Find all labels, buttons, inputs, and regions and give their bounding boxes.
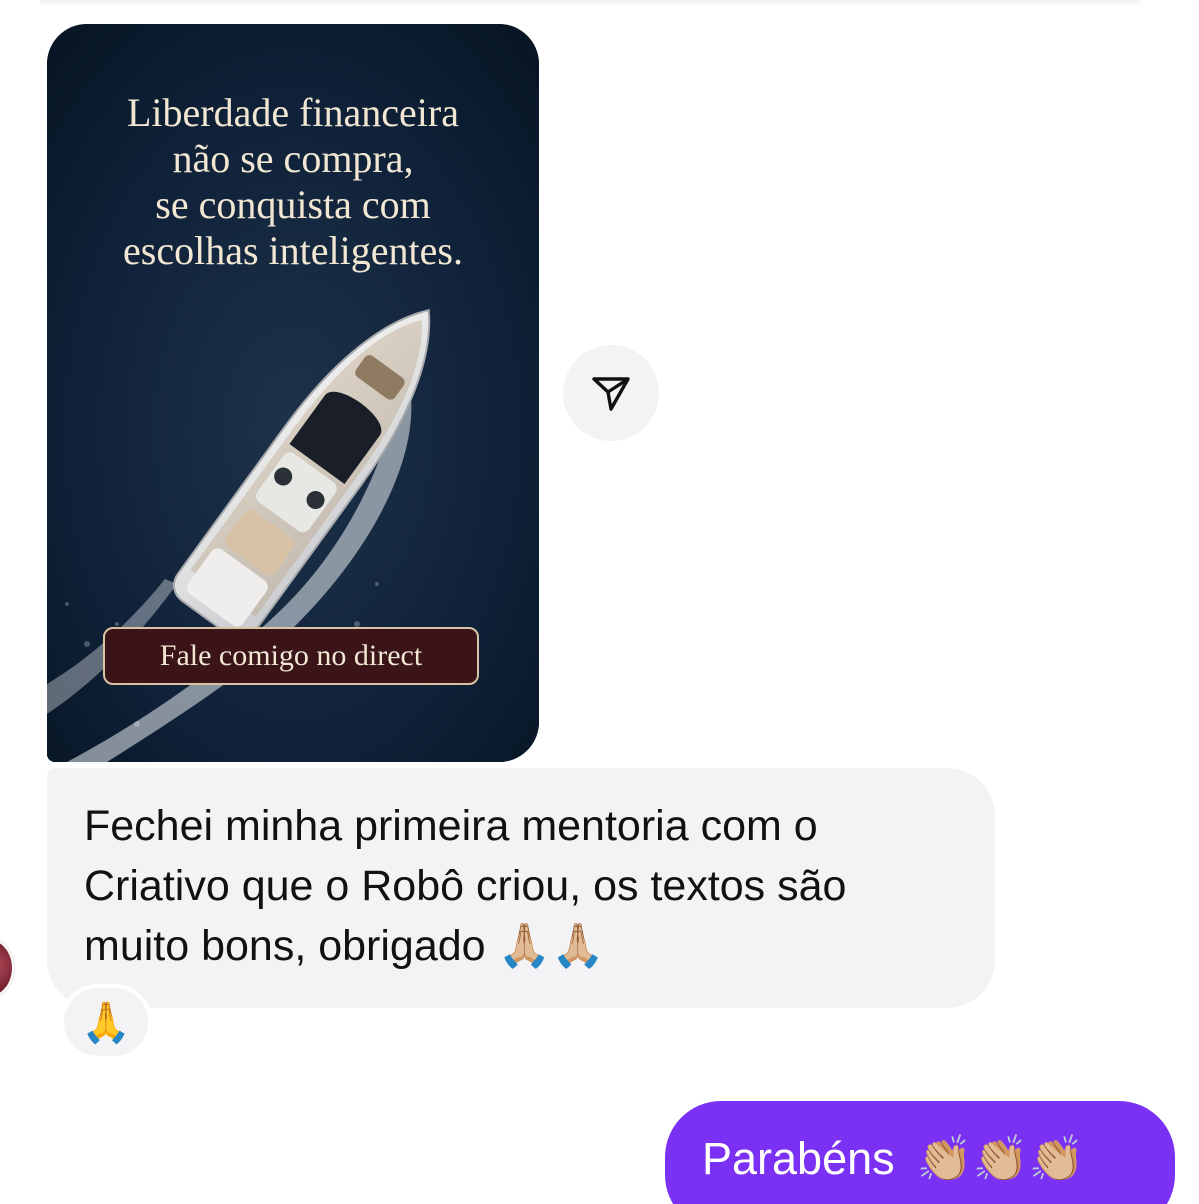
top-divider — [40, 0, 1140, 6]
post-headline: Liberdade financeira não se compra, se c… — [47, 90, 539, 274]
message-text-line: muito bons, obrigado 🙏🏼🙏🏼 — [84, 916, 955, 976]
message-text: Parabéns — [702, 1133, 895, 1184]
message-text-line: Criativo que o Robô criou, os textos são — [84, 862, 847, 910]
message-text: muito bons, obrigado — [84, 922, 486, 970]
reaction-emoji: 🙏 — [81, 999, 131, 1046]
share-button[interactable] — [563, 345, 659, 441]
paper-plane-icon — [592, 377, 630, 411]
dm-thread: Liberdade financeira não se compra, se c… — [0, 0, 1199, 1204]
message-reaction[interactable]: 🙏 — [60, 984, 152, 1060]
post-cta-label: Fale comigo no direct — [103, 627, 479, 685]
sender-avatar[interactable] — [0, 938, 14, 998]
praying-hands-emoji: 🙏🏼🙏🏼 — [497, 921, 605, 971]
outgoing-message-bubble[interactable]: Parabéns 👏🏼👏🏼👏🏼 — [665, 1101, 1175, 1204]
post-headline-line: se conquista com — [155, 182, 431, 227]
clapping-hands-emoji: 👏🏼👏🏼👏🏼 — [916, 1132, 1085, 1185]
post-headline-line: não se compra, — [172, 136, 414, 181]
shared-post-image[interactable]: Liberdade financeira não se compra, se c… — [47, 24, 539, 762]
message-text-line: Fechei minha primeira mentoria com o — [84, 802, 818, 850]
incoming-message-bubble[interactable]: Fechei minha primeira mentoria com o Cri… — [47, 768, 995, 1008]
post-headline-line: Liberdade financeira — [126, 90, 459, 135]
post-headline-line: escolhas inteligentes. — [123, 228, 463, 273]
